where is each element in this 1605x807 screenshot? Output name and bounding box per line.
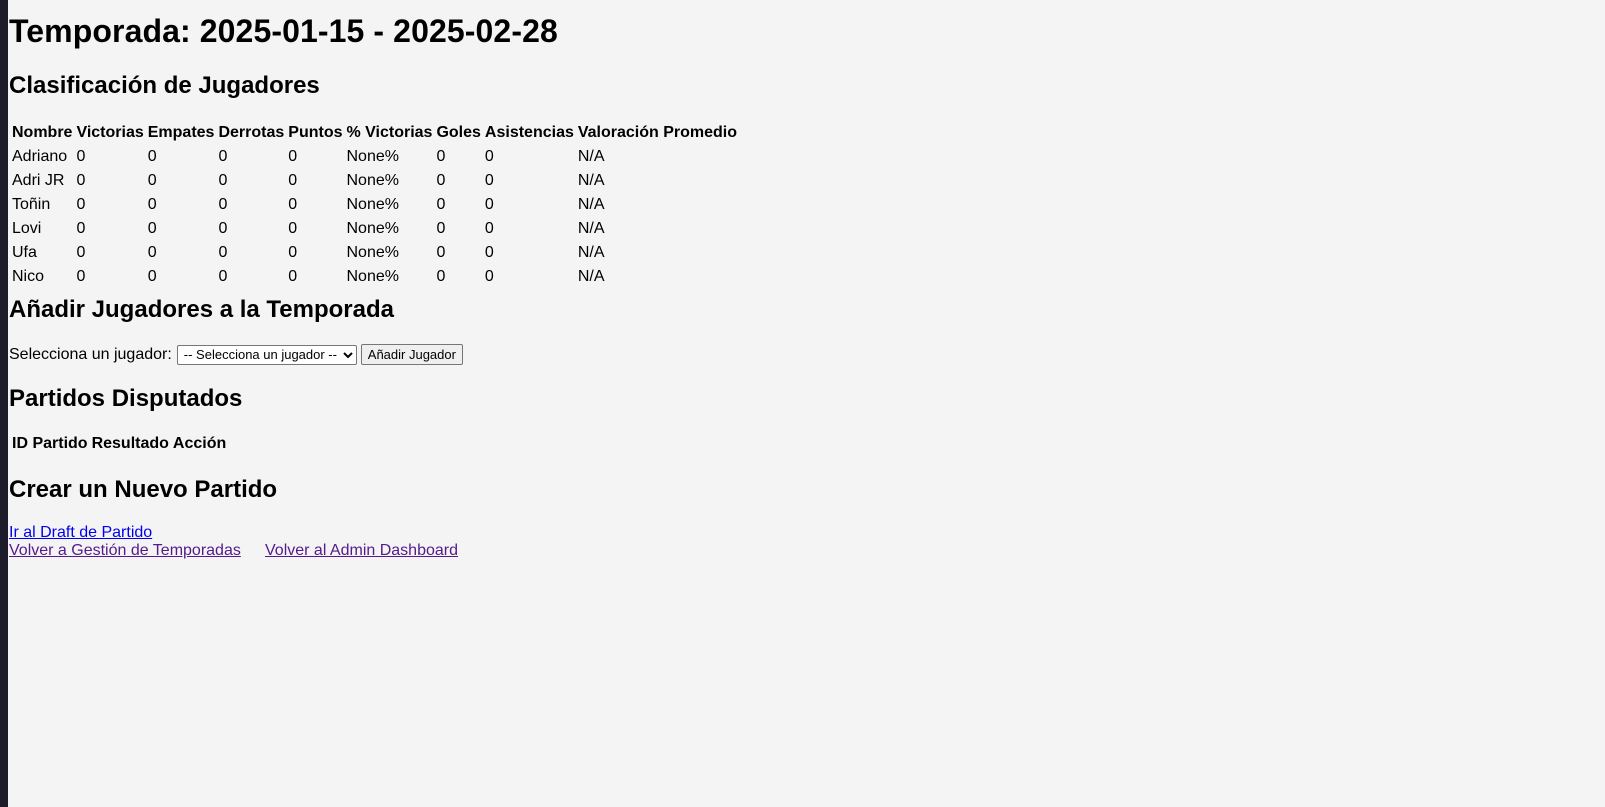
cell-nombre: Adriano — [12, 148, 68, 165]
cell-goles: 0 — [436, 196, 446, 213]
cell-puntos: 0 — [288, 196, 298, 213]
column-header-empates: Empates — [147, 124, 215, 141]
cell-derrotas: 0 — [218, 196, 228, 213]
cell-valoracion: N/A — [577, 196, 605, 213]
cell-asistencias: 0 — [484, 268, 494, 285]
player-select[interactable]: -- Selecciona un jugador -- — [176, 344, 357, 365]
cell-puntos: 0 — [288, 220, 298, 237]
table-row: Toñin 0 0 0 0 None% 0 0 N/A — [11, 194, 738, 216]
draft-match-link[interactable]: Ir al Draft de Partido — [9, 524, 152, 542]
table-row: Lovi 0 0 0 0 None% 0 0 N/A — [11, 218, 738, 240]
cell-derrotas: 0 — [218, 148, 228, 165]
page-title: Temporada: 2025-01-15 - 2025-02-28 — [9, 13, 558, 49]
column-header-resultado: Resultado — [91, 435, 169, 452]
cell-nombre: Ufa — [12, 244, 37, 261]
column-header-accion: Acción — [172, 435, 227, 452]
cell-puntos: 0 — [288, 244, 298, 261]
cell-empates: 0 — [147, 268, 157, 285]
column-header-valoracion: Valoración Promedio — [577, 124, 738, 141]
cell-nombre: Adri JR — [12, 172, 65, 189]
cell-victorias: 0 — [76, 244, 86, 261]
cell-nombre: Toñin — [12, 196, 51, 213]
cell-derrotas: 0 — [218, 172, 228, 189]
cell-goles: 0 — [436, 244, 446, 261]
standings-heading: Clasificación de Jugadores — [9, 72, 320, 99]
column-header-goles: Goles — [436, 124, 481, 141]
table-row: Adri JR 0 0 0 0 None% 0 0 N/A — [11, 170, 738, 192]
cell-empates: 0 — [147, 196, 157, 213]
cell-goles: 0 — [436, 220, 446, 237]
cell-derrotas: 0 — [218, 268, 228, 285]
cell-porcentaje-victorias: None% — [346, 148, 399, 165]
create-match-heading: Crear un Nuevo Partido — [9, 476, 278, 503]
cell-porcentaje-victorias: None% — [346, 268, 399, 285]
player-select-label: Selecciona un jugador: — [9, 345, 172, 363]
cell-porcentaje-victorias: None% — [346, 172, 399, 189]
cell-victorias: 0 — [76, 172, 86, 189]
table-row: Nico 0 0 0 0 None% 0 0 N/A — [11, 266, 738, 288]
cell-empates: 0 — [147, 220, 157, 237]
cell-valoracion: N/A — [577, 244, 605, 261]
cell-derrotas: 0 — [218, 244, 228, 261]
cell-nombre: Nico — [12, 268, 45, 285]
cell-empates: 0 — [147, 172, 157, 189]
cell-victorias: 0 — [76, 196, 86, 213]
cell-asistencias: 0 — [484, 220, 494, 237]
cell-victorias: 0 — [76, 220, 86, 237]
cell-asistencias: 0 — [484, 148, 494, 165]
cell-goles: 0 — [436, 172, 446, 189]
matches-table: ID Partido Resultado Acción — [9, 431, 229, 457]
column-header-asistencias: Asistencias — [484, 124, 574, 141]
standings-header-row: Nombre Victorias Empates Derrotas Puntos… — [11, 122, 738, 144]
standings-body: Adriano 0 0 0 0 None% 0 0 N/A Adri JR 0 0 0 0 None% 0 0 N… — [11, 146, 738, 288]
add-players-heading: Añadir Jugadores a la Temporada — [9, 296, 394, 323]
column-header-derrotas: Derrotas — [218, 124, 285, 141]
cell-puntos: 0 — [288, 148, 298, 165]
cell-valoracion: N/A — [577, 268, 605, 285]
cell-porcentaje-victorias: None% — [346, 244, 399, 261]
matches-heading: Partidos Disputados — [9, 385, 243, 412]
cell-derrotas: 0 — [218, 220, 228, 237]
column-header-puntos: Puntos — [288, 124, 343, 141]
cell-goles: 0 — [436, 148, 446, 165]
cell-puntos: 0 — [288, 172, 298, 189]
cell-puntos: 0 — [288, 268, 298, 285]
cell-nombre: Lovi — [12, 220, 42, 237]
cell-valoracion: N/A — [577, 220, 605, 237]
table-row: Ufa 0 0 0 0 None% 0 0 N/A — [11, 242, 738, 264]
matches-header-row: ID Partido Resultado Acción — [11, 433, 227, 455]
cell-goles: 0 — [436, 268, 446, 285]
column-header-nombre: Nombre — [12, 124, 73, 141]
standings-table: Nombre Victorias Empates Derrotas Puntos… — [9, 120, 740, 290]
cell-asistencias: 0 — [484, 244, 494, 261]
cell-victorias: 0 — [76, 148, 86, 165]
back-to-dashboard-link[interactable]: Volver al Admin Dashboard — [265, 542, 458, 560]
cell-asistencias: 0 — [484, 196, 494, 213]
add-player-form: Selecciona un jugador: -- Selecciona un … — [9, 344, 463, 365]
cell-asistencias: 0 — [484, 172, 494, 189]
cell-porcentaje-victorias: None% — [346, 196, 399, 213]
cell-empates: 0 — [147, 148, 157, 165]
cell-valoracion: N/A — [577, 148, 605, 165]
cell-valoracion: N/A — [577, 172, 605, 189]
column-header-porcentaje-victorias: % Victorias — [346, 124, 433, 141]
window-left-edge — [0, 0, 8, 807]
table-row: Adriano 0 0 0 0 None% 0 0 N/A — [11, 146, 738, 168]
cell-victorias: 0 — [76, 268, 86, 285]
cell-porcentaje-victorias: None% — [346, 220, 399, 237]
column-header-id-partido: ID Partido — [12, 435, 88, 452]
add-player-button[interactable]: Añadir Jugador — [360, 344, 463, 365]
cell-empates: 0 — [147, 244, 157, 261]
column-header-victorias: Victorias — [76, 124, 144, 141]
back-to-seasons-link[interactable]: Volver a Gestión de Temporadas — [9, 542, 241, 560]
